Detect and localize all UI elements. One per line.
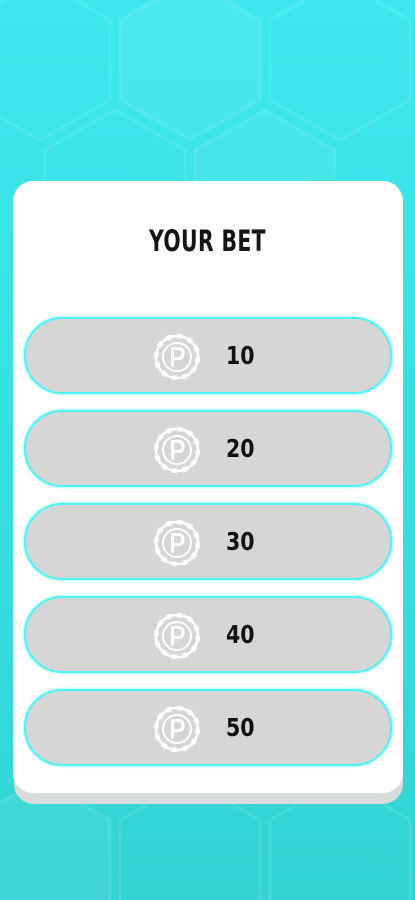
poker-chip-icon: [154, 520, 200, 566]
bet-option-50[interactable]: 50: [24, 689, 392, 766]
bet-title: YOUR BET: [149, 224, 266, 258]
poker-chip-icon: [154, 613, 200, 659]
bet-option-20[interactable]: 20: [24, 410, 392, 487]
bet-option-40[interactable]: 40: [24, 596, 392, 673]
bet-amount: 10: [226, 341, 255, 370]
poker-chip-icon: [154, 427, 200, 473]
bet-amount: 40: [226, 620, 255, 649]
poker-chip-icon: [154, 334, 200, 380]
bet-option-30[interactable]: 30: [24, 503, 392, 580]
bet-amount: 30: [226, 527, 255, 556]
bet-amount: 50: [226, 713, 255, 742]
bet-option-10[interactable]: 10: [24, 317, 392, 394]
bet-amount: 20: [226, 434, 255, 463]
poker-chip-icon: [154, 706, 200, 752]
